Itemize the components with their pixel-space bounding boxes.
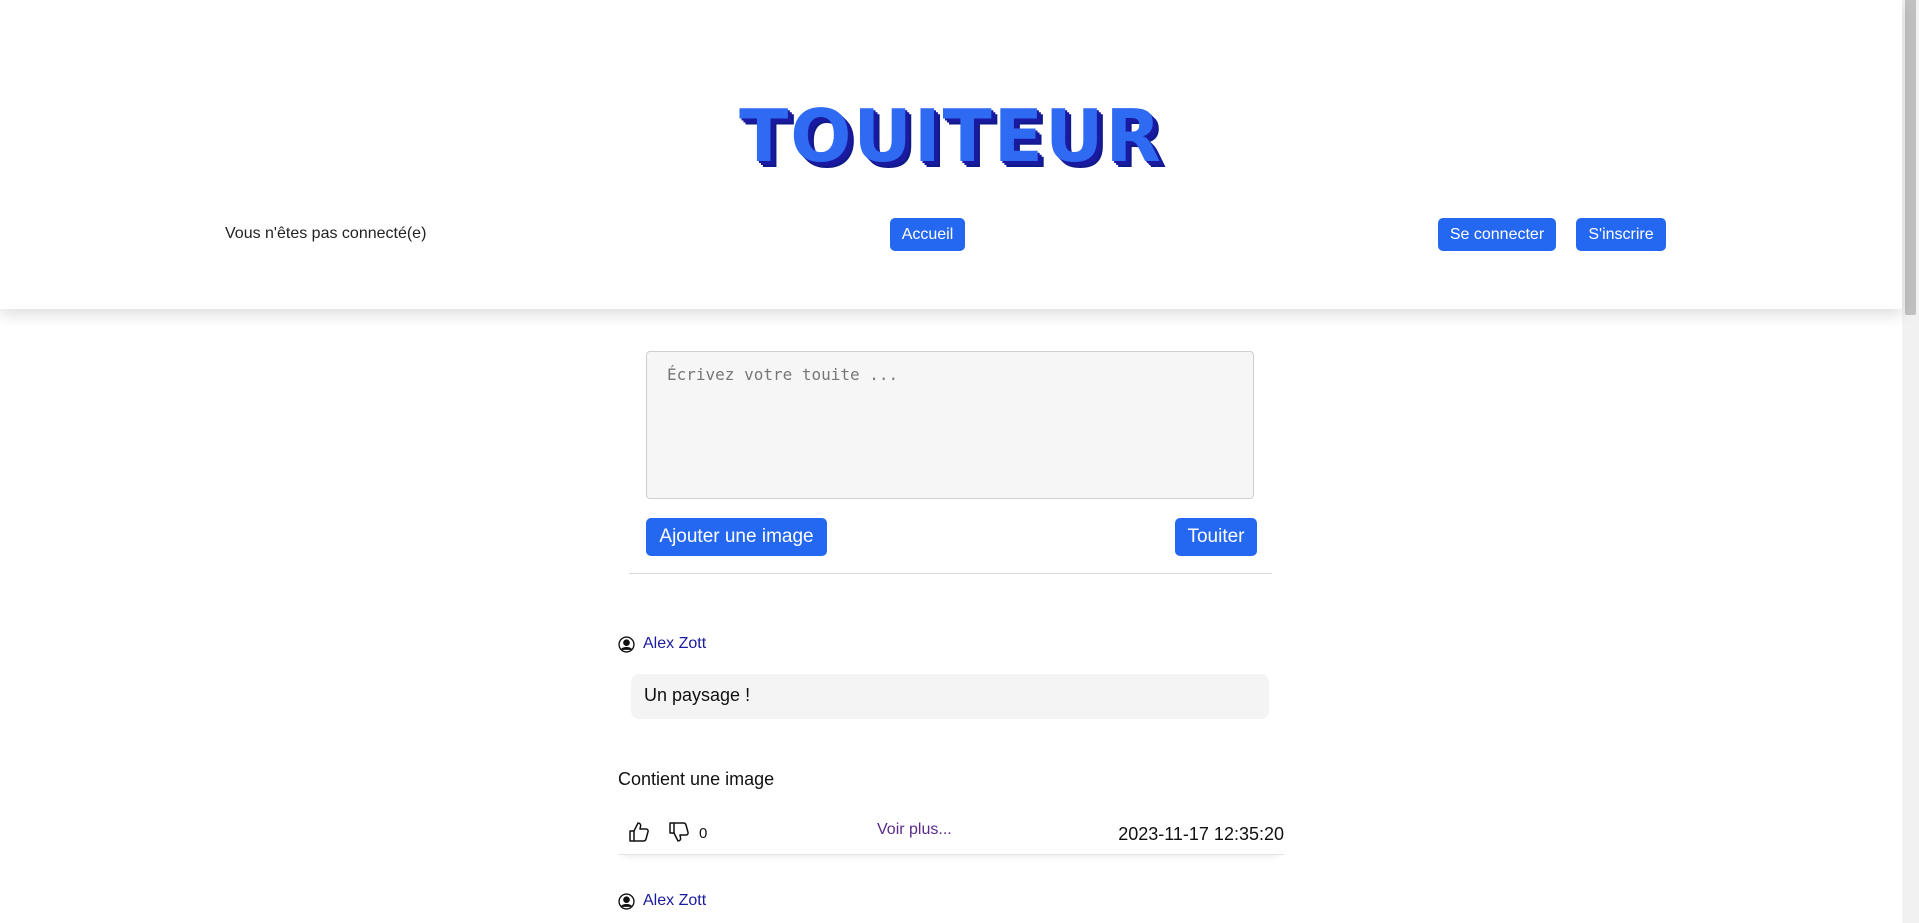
tweet-author[interactable]: Alex Zott — [618, 892, 706, 910]
signup-button[interactable]: S'inscrire — [1576, 218, 1666, 251]
login-button[interactable]: Se connecter — [1438, 218, 1556, 251]
tweet-submit-button[interactable]: Touiter — [1175, 518, 1257, 556]
author-name[interactable]: Alex Zott — [643, 892, 706, 910]
author-name[interactable]: Alex Zott — [643, 635, 706, 653]
tweet-actions: 0 Voir plus... 2023-11-17 12:35:20 — [618, 818, 1284, 855]
vote-score: 0 — [699, 825, 708, 842]
user-circle-icon — [618, 635, 635, 653]
tweet-compose-input[interactable] — [646, 351, 1254, 499]
image-notice: Contient une image — [618, 769, 775, 789]
login-status: Vous n'êtes pas connecté(e) — [225, 225, 427, 242]
scrollbar-thumb[interactable] — [1905, 0, 1916, 315]
page-scrollbar[interactable] — [1902, 0, 1919, 923]
thumbs-down-icon[interactable] — [668, 820, 690, 849]
tweet-text: Un paysage ! — [631, 674, 1269, 719]
tweet-author[interactable]: Alex Zott — [618, 635, 706, 653]
compose-divider — [629, 573, 1272, 574]
site-header: TOUITEUR Vous n'êtes pas connecté(e) Acc… — [0, 0, 1902, 309]
tweet-date: 2023-11-17 12:35:20 — [1118, 824, 1284, 844]
add-image-button[interactable]: Ajouter une image — [646, 518, 827, 556]
see-more-link[interactable]: Voir plus... — [877, 821, 952, 839]
user-circle-icon — [618, 892, 635, 910]
site-logo: TOUITEUR — [739, 94, 1163, 178]
home-button[interactable]: Accueil — [890, 218, 965, 251]
thumbs-up-icon[interactable] — [628, 820, 650, 849]
